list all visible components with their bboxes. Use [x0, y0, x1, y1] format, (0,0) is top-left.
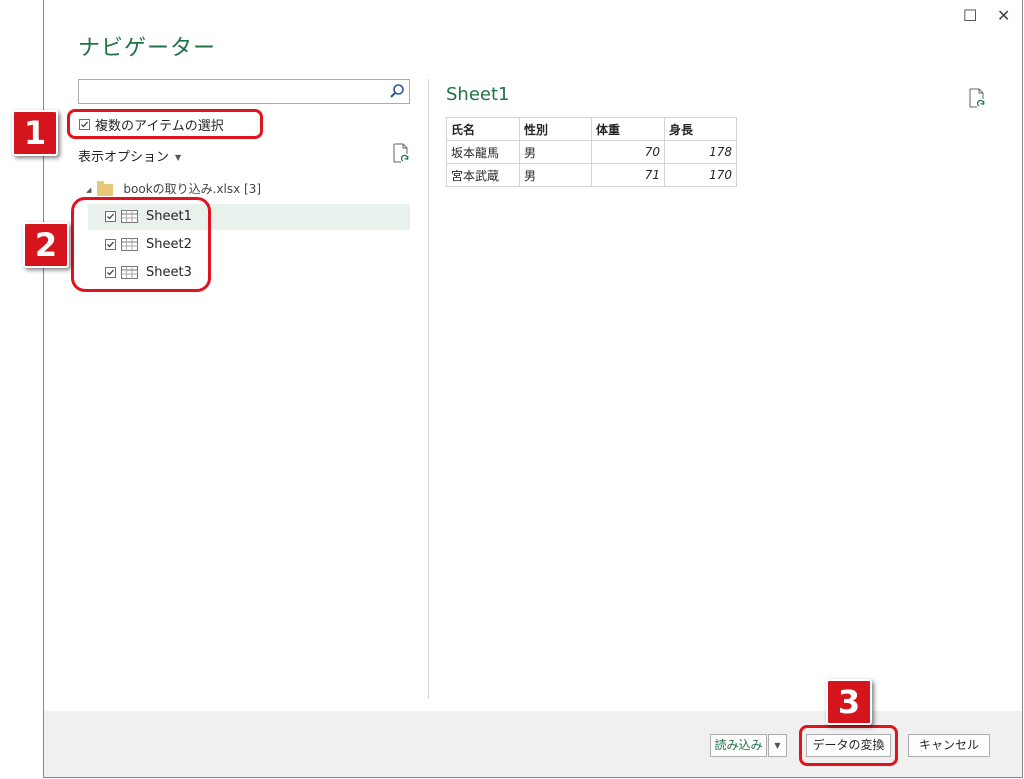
preview-table: 氏名 性別 体重 身長 坂本龍馬 男 70 178 宮本武蔵 男 71 170: [446, 117, 737, 187]
load-dropdown-button[interactable]: ▼: [768, 734, 787, 757]
window-title: ナビゲーター: [78, 36, 217, 61]
annotation-badge-3: 3: [826, 679, 872, 725]
highlight-box-2: [71, 197, 211, 292]
maximize-button[interactable]: ☐: [963, 6, 977, 26]
table-cell: 178: [664, 140, 737, 164]
annotation-badge-1: 1: [12, 110, 58, 156]
table-cell: 男: [519, 140, 592, 164]
table-row: 坂本龍馬 男 70 178: [446, 140, 737, 164]
table-cell: 70: [591, 140, 665, 164]
table-cell: 坂本龍馬: [446, 140, 520, 164]
tree-root-workbook[interactable]: ◢ bookの取り込み.xlsx [3]: [86, 180, 261, 197]
close-button[interactable]: ✕: [997, 6, 1010, 26]
column-header: 性別: [519, 117, 592, 141]
highlight-box-1: [67, 109, 263, 139]
column-header: 身長: [664, 117, 737, 141]
load-button[interactable]: 読み込み: [710, 734, 767, 757]
table-cell: 男: [519, 163, 592, 187]
expand-triangle-icon[interactable]: ◢: [86, 186, 91, 194]
search-input[interactable]: [78, 79, 410, 104]
column-header: 氏名: [446, 117, 520, 141]
column-header: 体重: [591, 117, 665, 141]
table-cell: 71: [591, 163, 665, 187]
folder-icon: [97, 180, 114, 196]
refresh-icon[interactable]: [392, 143, 410, 163]
search-icon[interactable]: [389, 83, 405, 99]
highlight-box-3: [799, 725, 898, 766]
preview-title: Sheet1: [446, 84, 510, 105]
table-cell: 宮本武蔵: [446, 163, 520, 187]
cancel-button[interactable]: キャンセル: [908, 734, 990, 757]
table-header-row: 氏名 性別 体重 身長: [446, 117, 737, 141]
display-options-dropdown[interactable]: 表示オプション ▼: [78, 146, 181, 165]
refresh-icon[interactable]: [968, 88, 986, 108]
workbook-label: bookの取り込み.xlsx [3]: [123, 182, 262, 196]
annotation-badge-2: 2: [23, 222, 69, 268]
pane-divider[interactable]: [428, 79, 429, 699]
table-cell: 170: [664, 163, 737, 187]
chevron-down-icon: ▼: [175, 153, 182, 162]
table-row: 宮本武蔵 男 71 170: [446, 163, 737, 187]
display-options-label: 表示オプション: [78, 150, 170, 165]
